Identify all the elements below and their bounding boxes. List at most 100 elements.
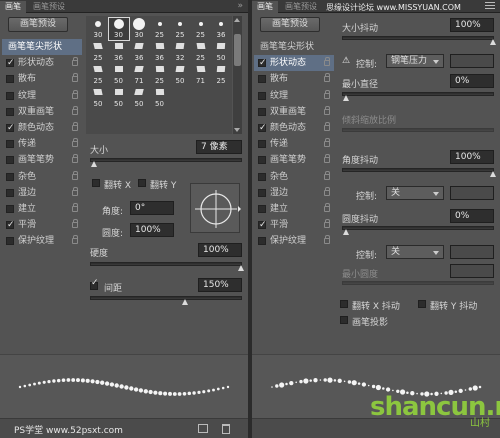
brush-tip[interactable]: 50 [129,87,149,109]
sidebar-item[interactable]: 纹理 [254,88,334,104]
sidebar-item[interactable]: 建立 [254,201,334,217]
lock-icon[interactable] [324,235,330,245]
lock-icon[interactable] [324,138,330,148]
option-checkbox[interactable] [6,172,14,181]
brush-tip[interactable]: 71 [129,64,149,86]
lock-icon[interactable] [72,57,78,67]
brush-tip[interactable]: 50 [150,87,170,109]
trash-icon[interactable] [222,424,230,434]
brush-tip[interactable]: 50 [211,41,231,63]
scroll-thumb[interactable] [234,34,241,66]
option-checkbox[interactable] [258,55,267,71]
min-roundness-field[interactable] [450,264,494,278]
brush-tip[interactable]: 25 [170,18,190,40]
sidebar-item[interactable]: 传递 [254,136,334,152]
option-checkbox[interactable] [6,204,14,213]
lock-icon[interactable] [324,57,330,67]
brush-tip[interactable]: 36 [129,41,149,63]
sidebar-item[interactable]: 画笔笔尖形状 [2,39,82,56]
brush-tip[interactable]: 50 [109,87,129,109]
flip-y-jitter-checkbox[interactable] [418,300,426,308]
min-diameter-thumb[interactable] [343,95,349,101]
sidebar-item[interactable]: 保护纹理 [254,233,334,249]
brush-tip[interactable]: 30 [88,18,108,40]
control-dropdown-1[interactable]: 钢笔压力 [386,54,444,68]
sidebar-item[interactable]: 传递 [2,136,82,152]
brush-tip[interactable]: 25 [191,18,211,40]
option-checkbox[interactable] [258,156,266,165]
angle-jitter-field[interactable]: 100% [450,150,494,164]
brush-tip[interactable]: 30 [107,17,130,41]
control-steps-field-2[interactable] [450,186,494,200]
tab-brush-presets[interactable]: 画笔预设 [280,1,322,13]
lock-icon[interactable] [72,121,78,131]
size-jitter-thumb[interactable] [490,39,496,45]
option-checkbox[interactable] [6,120,15,136]
option-checkbox[interactable] [6,188,14,197]
brush-tip[interactable]: 36 [109,41,129,63]
min-diameter-slider[interactable] [342,92,494,96]
lock-icon[interactable] [324,202,330,212]
panel-menu-icon[interactable] [485,0,495,12]
brush-tip[interactable]: 50 [170,64,190,86]
sidebar-item[interactable]: 杂色 [254,169,334,185]
lock-icon[interactable] [324,219,330,229]
option-checkbox[interactable] [258,140,266,149]
flip-x-jitter-checkbox[interactable] [340,300,348,308]
brush-tip[interactable]: 25 [191,41,211,63]
sidebar-item[interactable]: 双重画笔 [2,104,82,120]
option-checkbox[interactable] [258,204,266,213]
option-checkbox[interactable] [258,237,266,246]
lock-icon[interactable] [72,105,78,115]
sidebar-item[interactable]: 散布 [254,71,334,87]
panel-collapse-icon[interactable]: » [237,0,243,12]
brush-angle-preview[interactable] [190,183,241,233]
tab-brush[interactable]: 画笔 [0,1,26,13]
sidebar-item[interactable]: 平滑 [2,217,82,233]
tab-brush-presets[interactable]: 画笔预设 [28,1,70,13]
lock-icon[interactable] [72,73,78,83]
option-checkbox[interactable] [258,107,266,116]
angle-field[interactable]: 0° [130,201,174,215]
roundness-jitter-slider[interactable] [342,226,494,230]
size-jitter-slider[interactable] [342,36,494,40]
option-checkbox[interactable] [258,172,266,181]
option-checkbox[interactable] [258,75,266,84]
spacing-checkbox[interactable] [90,278,99,290]
sidebar-item[interactable]: 湿边 [2,185,82,201]
option-checkbox[interactable] [6,107,14,116]
sidebar-item[interactable]: 形状动态 [254,55,334,72]
spacing-slider-thumb[interactable] [182,299,188,305]
flip-y-checkbox[interactable] [138,179,146,187]
sidebar-item[interactable]: 纹理 [2,88,82,104]
brush-tip[interactable]: 25 [211,64,231,86]
sidebar-item[interactable]: 颜色动态 [2,120,82,136]
control-steps-field-1[interactable] [450,54,494,68]
roundness-field[interactable]: 100% [130,223,174,237]
option-checkbox[interactable] [6,237,14,246]
new-brush-icon[interactable] [198,424,208,433]
size-slider-thumb[interactable] [91,161,97,167]
size-field[interactable]: 7 像素 [196,140,242,154]
min-roundness-slider[interactable] [342,281,494,285]
brush-tip[interactable]: 32 [170,41,190,63]
option-checkbox[interactable] [6,75,14,84]
lock-icon[interactable] [324,73,330,83]
sidebar-item[interactable]: 形状动态 [2,55,82,71]
brush-tip[interactable]: 50 [88,87,108,109]
sidebar-item[interactable]: 杂色 [2,169,82,185]
brush-projection-checkbox[interactable] [340,316,348,324]
tilt-scale-slider[interactable] [342,128,494,132]
brush-tip[interactable]: 25 [150,18,170,40]
brush-tip[interactable]: 25 [88,64,108,86]
control-dropdown-3[interactable]: 关 [386,245,444,259]
lock-icon[interactable] [324,154,330,164]
size-jitter-field[interactable]: 100% [450,18,494,32]
sidebar-item[interactable]: 双重画笔 [254,104,334,120]
sidebar-item[interactable]: 散布 [2,71,82,87]
hardness-field[interactable]: 100% [198,243,242,257]
scroll-down-icon[interactable] [234,128,240,132]
lock-icon[interactable] [324,186,330,196]
sidebar-item[interactable]: 颜色动态 [254,120,334,136]
scroll-up-icon[interactable] [234,18,240,22]
